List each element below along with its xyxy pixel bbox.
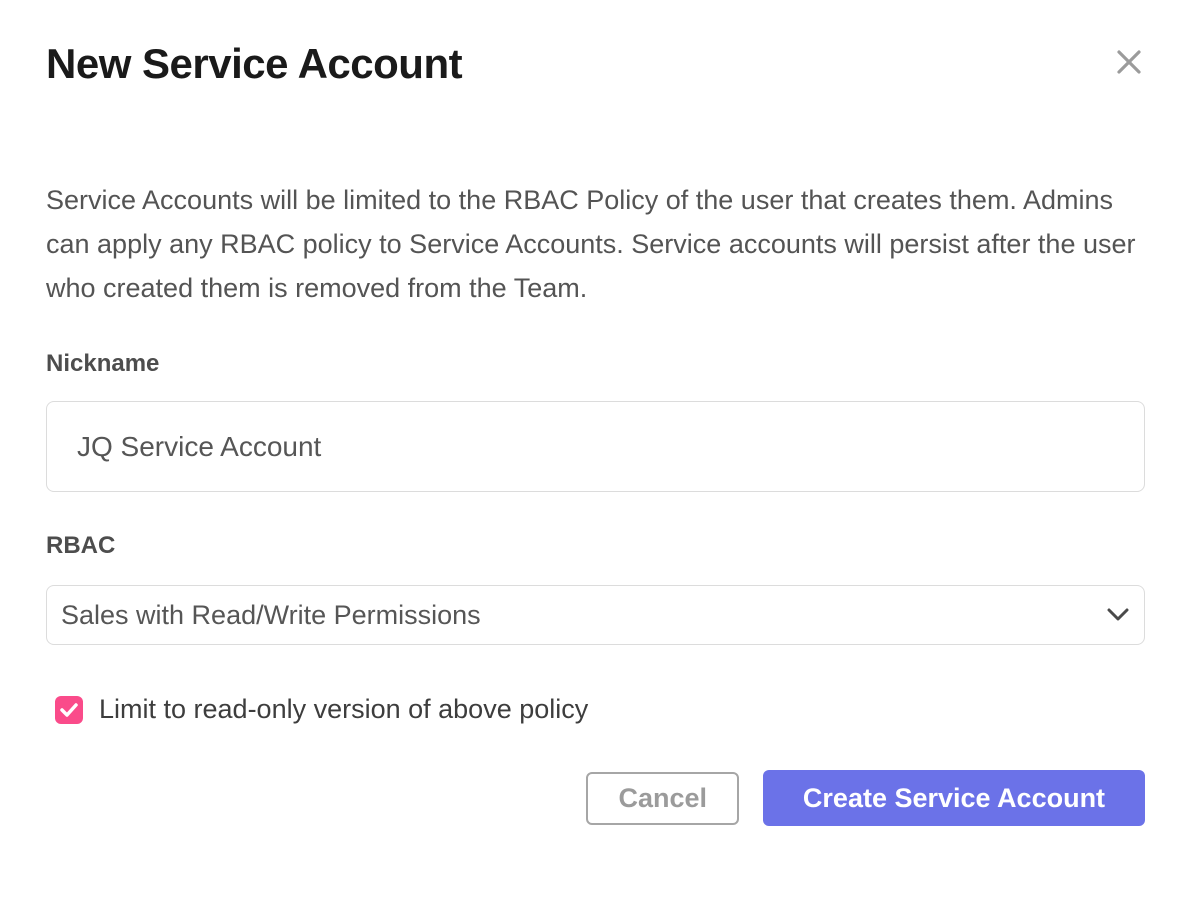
close-icon bbox=[1113, 46, 1145, 78]
checkmark-icon bbox=[60, 703, 78, 717]
close-button[interactable] bbox=[1113, 46, 1145, 78]
rbac-select-wrap: Sales with Read/Write Permissions bbox=[46, 585, 1145, 645]
nickname-label: Nickname bbox=[46, 350, 1145, 378]
read-only-checkbox-row[interactable]: Limit to read-only version of above poli… bbox=[55, 694, 1145, 725]
create-service-account-button[interactable]: Create Service Account bbox=[763, 770, 1145, 826]
modal-header: New Service Account bbox=[46, 38, 1145, 90]
new-service-account-modal: New Service Account Service Accounts wil… bbox=[0, 0, 1190, 904]
modal-description: Service Accounts will be limited to the … bbox=[46, 178, 1145, 310]
modal-title: New Service Account bbox=[46, 38, 462, 90]
rbac-label: RBAC bbox=[46, 532, 1145, 560]
nickname-input[interactable] bbox=[46, 401, 1145, 492]
read-only-checkbox-label: Limit to read-only version of above poli… bbox=[99, 694, 588, 725]
modal-footer: Cancel Create Service Account bbox=[46, 770, 1145, 826]
read-only-checkbox[interactable] bbox=[55, 696, 83, 724]
cancel-button[interactable]: Cancel bbox=[586, 772, 739, 825]
rbac-select[interactable]: Sales with Read/Write Permissions bbox=[46, 585, 1145, 645]
